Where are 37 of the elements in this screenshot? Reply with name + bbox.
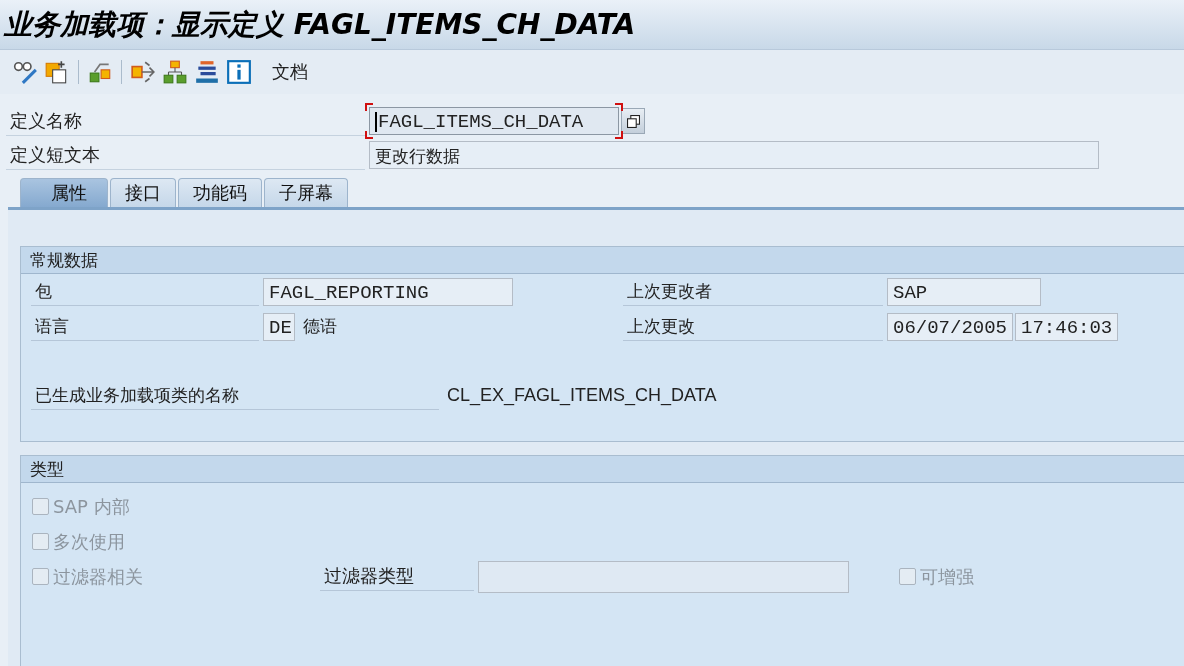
language-name: 德语 (302, 315, 338, 338)
class-name: CL_EX_FAGL_ITEMS_CH_DATA (446, 385, 717, 406)
field-label: 已生成业务加载项类的名称 (31, 381, 439, 410)
export-icon[interactable] (130, 59, 156, 85)
checkbox-label: 多次使用 (53, 529, 125, 554)
field-label: 定义短文本 (6, 140, 365, 170)
input-field: FAGL_REPORTING (263, 277, 513, 306)
group-title: 类型 (30, 459, 64, 479)
input-field: SAP (887, 277, 1041, 306)
tab[interactable]: 属性 (20, 178, 108, 207)
glasses-pencil-icon[interactable] (12, 59, 38, 85)
stack-icon[interactable] (194, 59, 220, 85)
field-label: 上次更改 (623, 312, 883, 341)
input-field: DE (263, 312, 295, 341)
input-field[interactable] (478, 560, 849, 593)
checkbox-label: 过滤器相关 (53, 564, 143, 589)
field-label: 上次更改者 (623, 277, 883, 306)
time-field: 17:46:03 (1015, 312, 1119, 341)
input-field[interactable]: 更改行数据 (369, 141, 1099, 169)
copy-icon (626, 114, 640, 128)
tab[interactable]: 接口 (110, 178, 176, 207)
group-title: 常规数据 (30, 250, 98, 270)
input-field[interactable]: FAGL_ITEMS_CH_DATA (369, 107, 619, 135)
checkbox-label: SAP 内部 (53, 494, 130, 519)
field-label: 包 (31, 277, 259, 306)
checkbox-label: 可增强 (920, 564, 974, 589)
field-label: 过滤器类型 (320, 562, 474, 591)
field-label: 语言 (31, 312, 259, 341)
info-icon[interactable] (226, 59, 252, 85)
field-label: 定义名称 (6, 106, 365, 136)
tab[interactable]: 功能码 (178, 178, 262, 207)
date-field: 06/07/2005 (887, 312, 1014, 341)
copy-button[interactable] (621, 108, 645, 134)
window-title: 业务加载项：显示定义 FAGL_ITEMS_CH_DATA (4, 6, 636, 43)
tab[interactable]: 子屏幕 (264, 178, 348, 207)
tree-icon[interactable] (162, 59, 188, 85)
documentation-button[interactable]: 文档 (266, 60, 314, 84)
